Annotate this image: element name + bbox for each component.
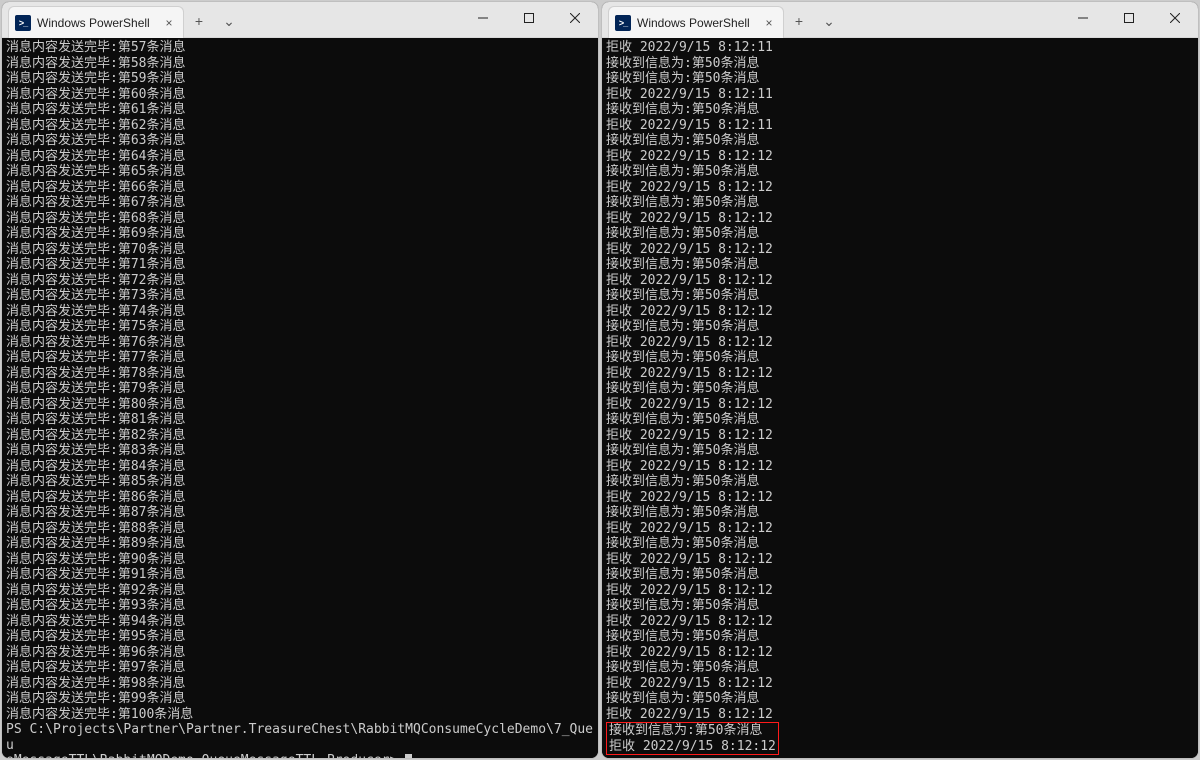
output-line: 拒收 2022/9/15 8:12:12 [606,335,1194,351]
output-line: 接收到信息为:第50条消息 [606,350,1194,366]
output-line: 拒收 2022/9/15 8:12:12 [606,273,1194,289]
output-line: 拒收 2022/9/15 8:12:12 [606,583,1194,599]
tab-powershell-right[interactable]: Windows PowerShell × [608,6,784,38]
output-line: 拒收 2022/9/15 8:12:11 [606,118,1194,134]
output-line: 拒收 2022/9/15 8:12:12 [606,645,1194,661]
output-line: 接收到信息为:第50条消息 [606,629,1194,645]
output-line: 拒收 2022/9/15 8:12:12 [606,397,1194,413]
tab-title: Windows PowerShell [637,16,755,30]
output-line: 接收到信息为:第50条消息 [606,71,1194,87]
output-line: 拒收 2022/9/15 8:12:12 [606,614,1194,630]
tab-menu-button[interactable]: ⌄ [814,6,844,36]
output-line: 接收到信息为:第50条消息 [606,536,1194,552]
terminal-output-right[interactable]: 拒收 2022/9/15 8:12:11接收到信息为:第50条消息接收到信息为:… [602,38,1198,758]
new-tab-button[interactable]: + [184,6,214,36]
output-line: 拒收 2022/9/15 8:12:11 [606,87,1194,103]
output-line: 拒收 2022/9/15 8:12:12 [606,676,1194,692]
output-line: 接收到信息为:第50条消息 [606,474,1194,490]
tab-powershell-left[interactable]: Windows PowerShell × [8,6,184,38]
output-line: 拒收 2022/9/15 8:12:12 [606,490,1194,506]
output-line: 接收到信息为:第50条消息 [606,505,1194,521]
output-line: 接收到信息为:第50条消息 [606,443,1194,459]
new-tab-button[interactable]: + [784,6,814,36]
terminal-output-left[interactable]: 消息内容发送完毕:第57条消息 消息内容发送完毕:第58条消息 消息内容发送完毕… [2,38,598,758]
powershell-window-right: Windows PowerShell × + ⌄ 拒收 2022/9/15 8:… [601,1,1199,759]
maximize-button[interactable] [506,2,552,34]
close-window-button[interactable] [1152,2,1198,34]
output-line: 接收到信息为:第50条消息 [606,195,1194,211]
output-line: 接收到信息为:第50条消息 [606,164,1194,180]
output-line: 接收到信息为:第50条消息 [606,660,1194,676]
output-line: 拒收 2022/9/15 8:12:12 [606,366,1194,382]
tab-menu-button[interactable]: ⌄ [214,6,244,36]
highlighted-output: 接收到信息为:第50条消息拒收 2022/9/15 8:12:12 [606,722,779,755]
output-line: 拒收 2022/9/15 8:12:12 [606,707,1194,723]
close-window-button[interactable] [552,2,598,34]
output-line: 拒收 2022/9/15 8:12:12 [606,552,1194,568]
output-line: 拒收 2022/9/15 8:12:11 [606,40,1194,56]
output-line: 接收到信息为:第50条消息 [606,319,1194,335]
output-line: 接收到信息为:第50条消息 [606,381,1194,397]
output-line: 接收到信息为:第50条消息 [606,288,1194,304]
output-line: 接收到信息为:第50条消息 [606,691,1194,707]
output-line: 拒收 2022/9/15 8:12:12 [606,459,1194,475]
output-line: 接收到信息为:第50条消息 [606,226,1194,242]
output-line: 拒收 2022/9/15 8:12:12 [606,180,1194,196]
output-line: 拒收 2022/9/15 8:12:12 [606,242,1194,258]
output-line: 接收到信息为:第50条消息 [606,102,1194,118]
tab-title: Windows PowerShell [37,16,155,30]
tab-close-button[interactable]: × [161,15,177,31]
output-line: 拒收 2022/9/15 8:12:12 [606,521,1194,537]
output-line: 接收到信息为:第50条消息 [606,598,1194,614]
output-line: 接收到信息为:第50条消息 [606,56,1194,72]
output-line: 接收到信息为:第50条消息 [606,133,1194,149]
powershell-icon [15,15,31,31]
output-line: 拒收 2022/9/15 8:12:12 [606,428,1194,444]
titlebar-left[interactable]: Windows PowerShell × + ⌄ [2,2,598,38]
maximize-button[interactable] [1106,2,1152,34]
output-line: 接收到信息为:第50条消息 [606,567,1194,583]
output-line: 拒收 2022/9/15 8:12:12 [606,149,1194,165]
cursor [405,754,412,758]
tab-close-button[interactable]: × [761,15,777,31]
powershell-window-left: Windows PowerShell × + ⌄ 消息内容发送完毕:第57条消息… [1,1,599,759]
output-line: 接收到信息为:第50条消息 [606,257,1194,273]
output-line: 拒收 2022/9/15 8:12:12 [606,211,1194,227]
output-line: 接收到信息为:第50条消息 [606,412,1194,428]
output-line: 拒收 2022/9/15 8:12:12 [606,304,1194,320]
powershell-icon [615,15,631,31]
minimize-button[interactable] [1060,2,1106,34]
titlebar-right[interactable]: Windows PowerShell × + ⌄ [602,2,1198,38]
minimize-button[interactable] [460,2,506,34]
